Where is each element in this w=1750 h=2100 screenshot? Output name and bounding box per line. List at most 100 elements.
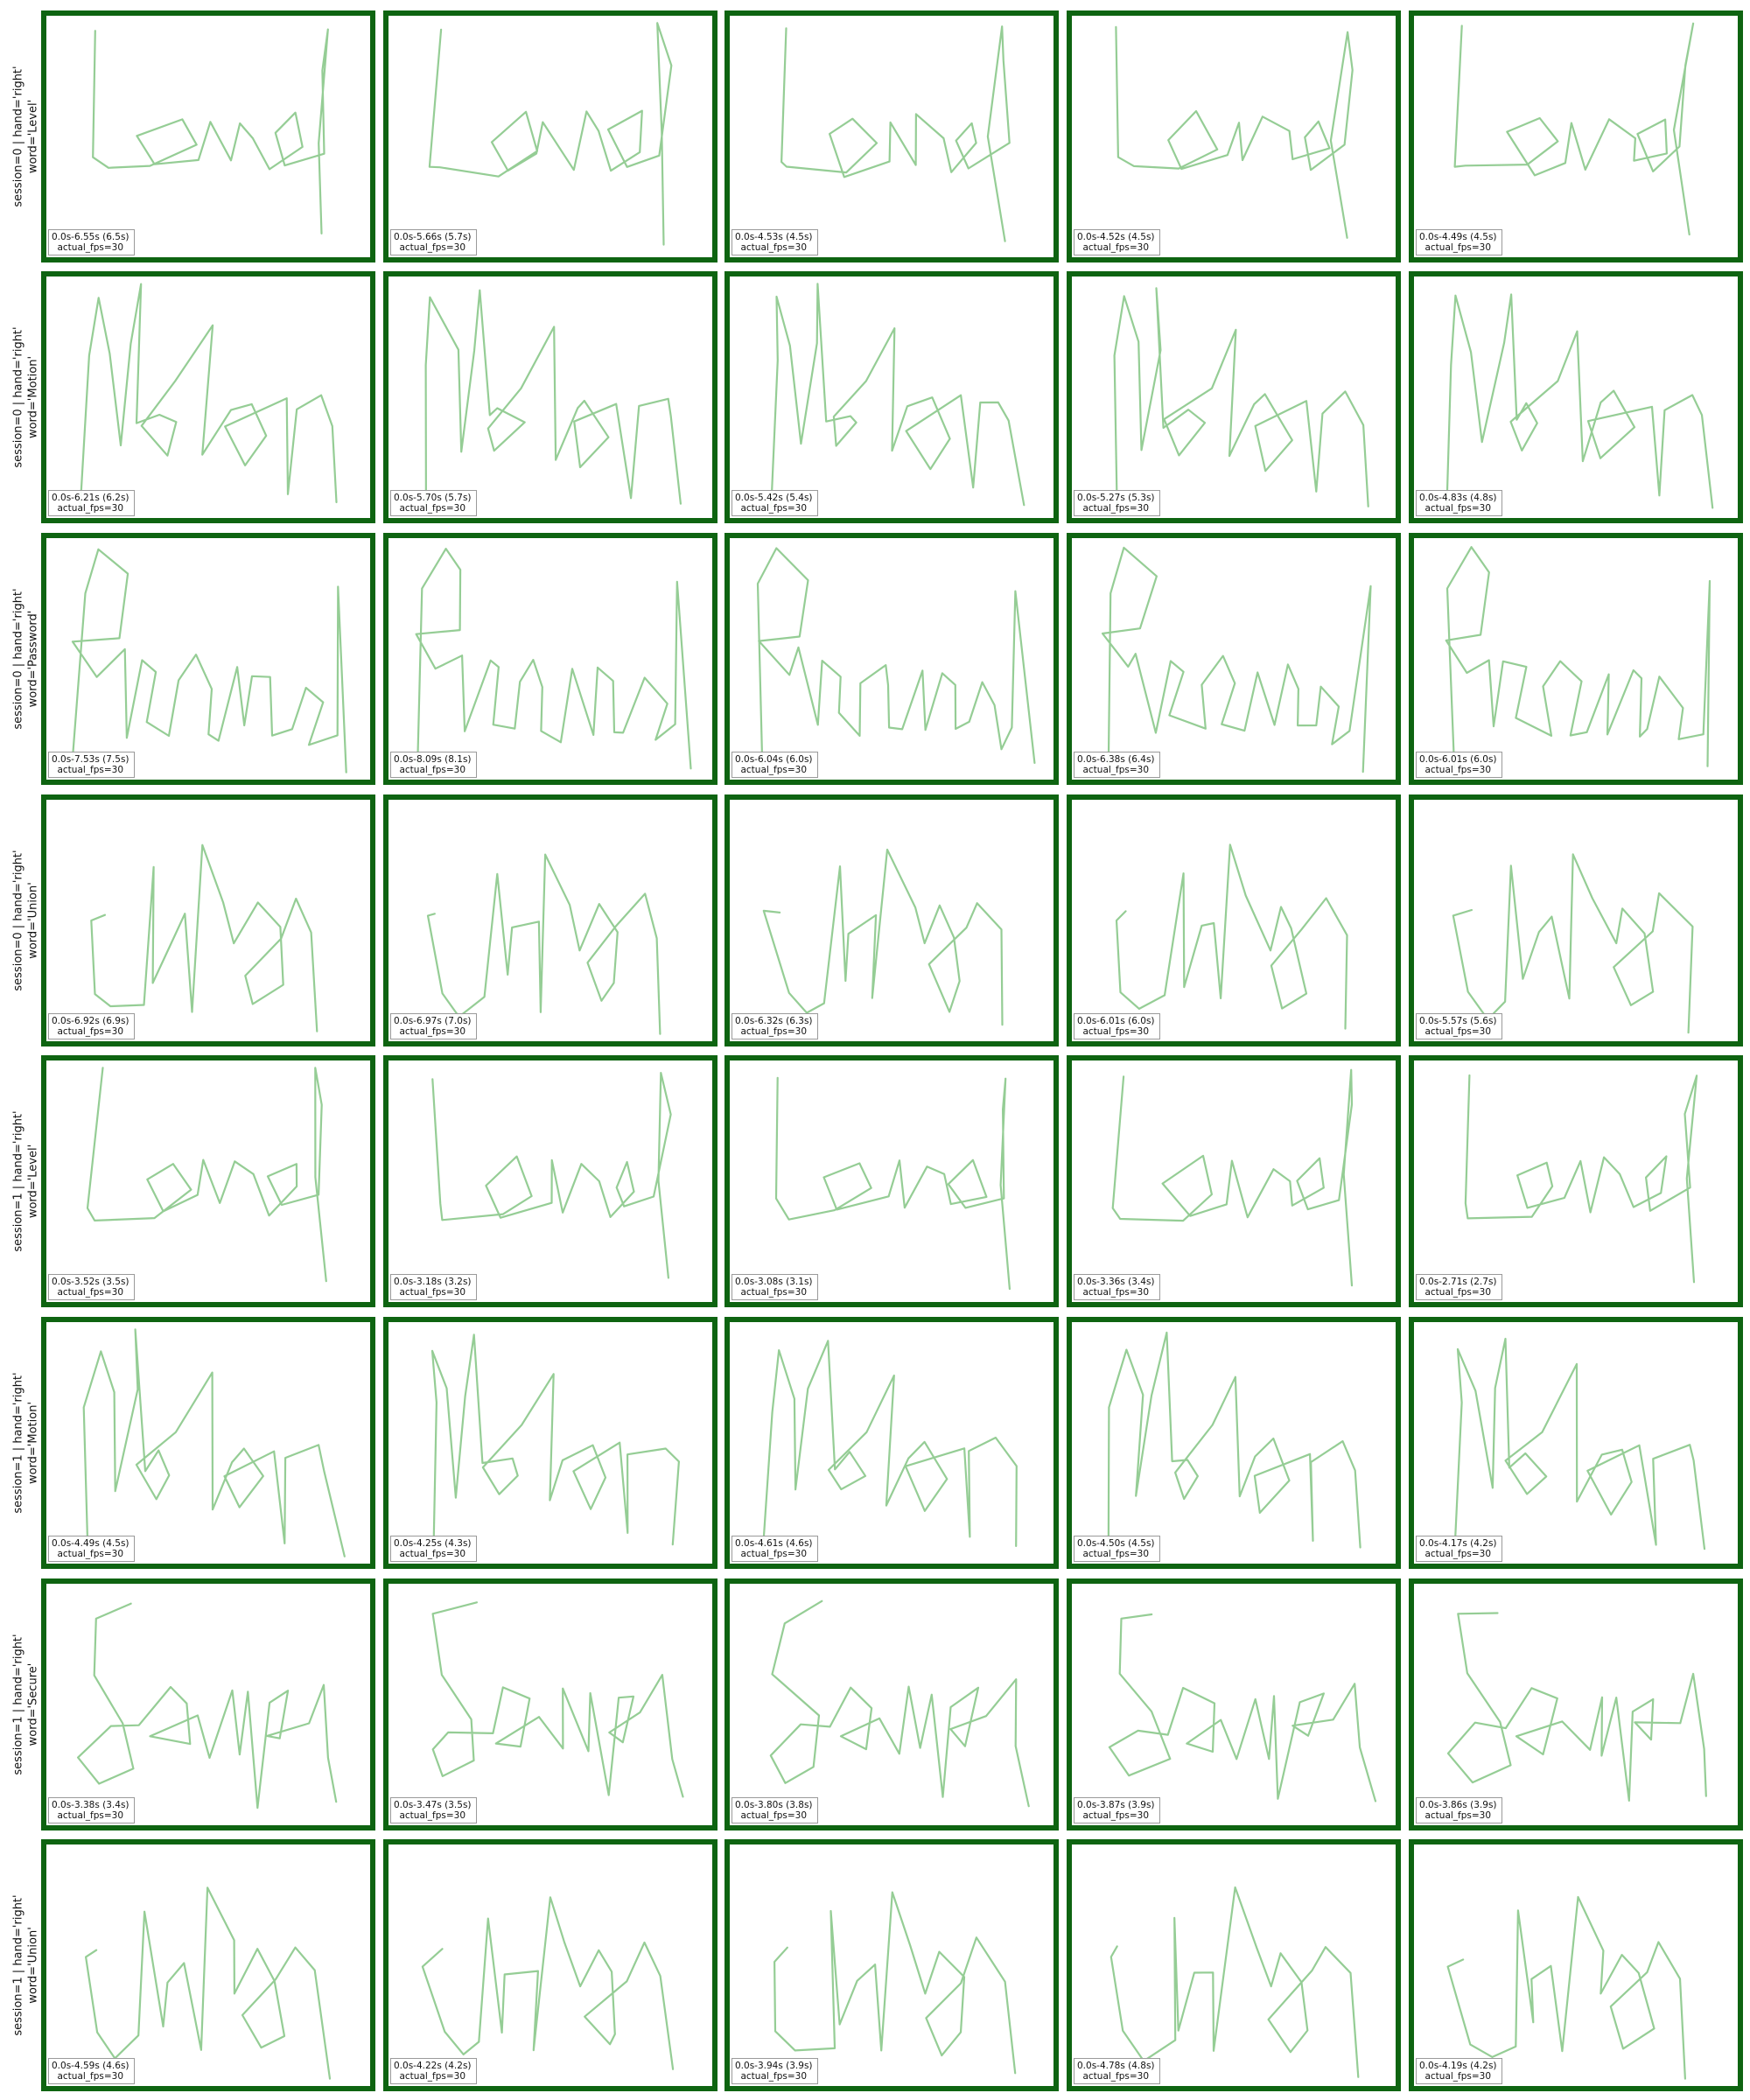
pen-stroke bbox=[1453, 1337, 1706, 1557]
trajectory-panel: 0.0s-6.55s (6.5s) actual_fps=30 bbox=[41, 10, 375, 262]
fps-label: actual_fps=30 bbox=[1082, 242, 1150, 253]
trajectory-panel: 0.0s-6.92s (6.9s) actual_fps=30 bbox=[41, 794, 375, 1046]
fps-label: actual_fps=30 bbox=[740, 2071, 808, 2082]
row-session-label: session=1 | hand='right' bbox=[12, 1372, 25, 1514]
time-info-box: 0.0s-4.22s (4.2s) actual_fps=30 bbox=[390, 2058, 477, 2084]
pen-stroke bbox=[84, 1886, 332, 2080]
fps-label: actual_fps=30 bbox=[1082, 1549, 1150, 1559]
fps-label: actual_fps=30 bbox=[1082, 1026, 1150, 1037]
trajectory-panel: 0.0s-3.94s (3.9s) actual_fps=30 bbox=[724, 1839, 1059, 2091]
time-range-label: 0.0s-4.61s (4.6s) bbox=[735, 1538, 813, 1549]
trajectory-panel: 0.0s-3.47s (3.5s) actual_fps=30 bbox=[383, 1578, 718, 1830]
pen-stroke bbox=[430, 1334, 680, 1546]
pen-stroke bbox=[86, 1067, 327, 1283]
time-range-label: 0.0s-2.71s (2.7s) bbox=[1419, 1277, 1497, 1287]
trajectory-panel: 0.0s-4.61s (4.6s) actual_fps=30 bbox=[724, 1317, 1059, 1569]
time-range-label: 0.0s-4.78s (4.8s) bbox=[1077, 2061, 1155, 2071]
row-session-label: session=0 | hand='right' bbox=[12, 588, 25, 730]
fps-label: actual_fps=30 bbox=[1082, 2071, 1150, 2082]
handwriting-trajectory bbox=[421, 1896, 675, 2070]
time-range-label: 0.0s-6.55s (6.5s) bbox=[52, 232, 130, 242]
time-range-label: 0.0s-8.09s (8.1s) bbox=[394, 754, 472, 765]
trajectory-panel: 0.0s-3.52s (3.5s) actual_fps=30 bbox=[41, 1055, 375, 1307]
handwriting-trajectory bbox=[86, 1067, 327, 1283]
fps-label: actual_fps=30 bbox=[57, 765, 124, 775]
handwriting-trajectory bbox=[769, 1600, 1030, 1808]
pen-stroke bbox=[90, 844, 318, 1032]
trajectory-panel: 0.0s-6.32s (6.3s) actual_fps=30 bbox=[724, 794, 1059, 1046]
time-info-box: 0.0s-3.08s (3.1s) actual_fps=30 bbox=[732, 1274, 818, 1300]
fps-label: actual_fps=30 bbox=[1424, 1026, 1492, 1037]
time-info-box: 0.0s-4.83s (4.8s) actual_fps=30 bbox=[1416, 490, 1502, 516]
fps-label: actual_fps=30 bbox=[399, 1287, 466, 1298]
time-info-box: 0.0s-4.49s (4.5s) actual_fps=30 bbox=[48, 1536, 135, 1562]
trajectory-panel: 0.0s-4.50s (4.5s) actual_fps=30 bbox=[1067, 1317, 1401, 1569]
fps-label: actual_fps=30 bbox=[1424, 503, 1492, 514]
time-range-label: 0.0s-4.49s (4.5s) bbox=[52, 1538, 130, 1549]
trajectory-panel: 0.0s-4.78s (4.8s) actual_fps=30 bbox=[1067, 1839, 1401, 2091]
time-range-label: 0.0s-4.83s (4.8s) bbox=[1419, 493, 1497, 503]
time-info-box: 0.0s-8.09s (8.1s) actual_fps=30 bbox=[390, 752, 477, 778]
trajectory-panel: 0.0s-4.52s (4.5s) actual_fps=30 bbox=[1067, 10, 1401, 262]
time-info-box: 0.0s-6.55s (6.5s) actual_fps=30 bbox=[48, 229, 135, 256]
trajectory-panel: 0.0s-6.38s (6.4s) actual_fps=30 bbox=[1067, 533, 1401, 785]
fps-label: actual_fps=30 bbox=[1424, 1810, 1492, 1821]
pen-stroke bbox=[92, 28, 329, 234]
time-info-box: 0.0s-4.49s (4.5s) actual_fps=30 bbox=[1416, 229, 1502, 256]
row-session-label: session=0 | hand='right' bbox=[12, 66, 25, 207]
pen-stroke bbox=[1453, 22, 1695, 236]
time-info-box: 0.0s-3.36s (3.4s) actual_fps=30 bbox=[1074, 1274, 1160, 1300]
time-range-label: 0.0s-4.22s (4.2s) bbox=[394, 2061, 472, 2071]
handwriting-trajectory bbox=[90, 844, 318, 1032]
time-info-box: 0.0s-5.27s (5.3s) actual_fps=30 bbox=[1074, 490, 1160, 516]
handwriting-trajectory bbox=[1452, 853, 1694, 1034]
handwriting-trajectory bbox=[415, 548, 692, 773]
handwriting-trajectory bbox=[1115, 25, 1354, 239]
fps-label: actual_fps=30 bbox=[1424, 1549, 1492, 1559]
fps-label: actual_fps=30 bbox=[1424, 242, 1492, 253]
handwriting-trajectory bbox=[1110, 1886, 1360, 2078]
handwriting-trajectory bbox=[82, 1328, 346, 1558]
pen-stroke bbox=[1446, 1612, 1707, 1802]
trajectory-panel: 0.0s-6.01s (6.0s) actual_fps=30 bbox=[1409, 533, 1743, 785]
trajectory-panel: 0.0s-3.08s (3.1s) actual_fps=30 bbox=[724, 1055, 1059, 1307]
time-info-box: 0.0s-6.21s (6.2s) actual_fps=30 bbox=[48, 490, 135, 516]
time-info-box: 0.0s-5.57s (5.6s) actual_fps=30 bbox=[1416, 1013, 1502, 1040]
pen-stroke bbox=[421, 1896, 675, 2070]
handwriting-trajectory bbox=[1453, 1337, 1706, 1557]
fps-label: actual_fps=30 bbox=[740, 503, 808, 514]
time-range-label: 0.0s-4.50s (4.5s) bbox=[1077, 1538, 1155, 1549]
time-info-box: 0.0s-3.47s (3.5s) actual_fps=30 bbox=[390, 1797, 477, 1824]
time-info-box: 0.0s-7.53s (7.5s) actual_fps=30 bbox=[48, 752, 135, 778]
pen-stroke bbox=[769, 1600, 1030, 1808]
time-range-label: 0.0s-3.18s (3.2s) bbox=[394, 1277, 472, 1287]
trajectory-panel: 0.0s-4.17s (4.2s) actual_fps=30 bbox=[1409, 1317, 1743, 1569]
pen-stroke bbox=[1108, 1613, 1377, 1802]
time-info-box: 0.0s-3.52s (3.5s) actual_fps=30 bbox=[48, 1274, 135, 1300]
time-info-box: 0.0s-3.94s (3.9s) actual_fps=30 bbox=[732, 2058, 818, 2084]
handwriting-trajectory bbox=[773, 1891, 1017, 2075]
trajectory-panel: 0.0s-3.86s (3.9s) actual_fps=30 bbox=[1409, 1578, 1743, 1830]
trajectory-panel: 0.0s-8.09s (8.1s) actual_fps=30 bbox=[383, 533, 718, 785]
pen-stroke bbox=[79, 283, 338, 512]
row-session-label: session=0 | hand='right' bbox=[12, 326, 25, 468]
pen-stroke bbox=[1452, 853, 1694, 1034]
pen-stroke bbox=[1113, 287, 1369, 508]
row-word-label: word='Password' bbox=[27, 610, 40, 708]
time-info-box: 0.0s-4.19s (4.2s) actual_fps=30 bbox=[1416, 2058, 1502, 2084]
fps-label: actual_fps=30 bbox=[1424, 1287, 1492, 1298]
time-range-label: 0.0s-6.92s (6.9s) bbox=[52, 1016, 130, 1026]
time-range-label: 0.0s-3.52s (3.5s) bbox=[52, 1277, 130, 1287]
trajectory-panel: 0.0s-4.59s (4.6s) actual_fps=30 bbox=[41, 1839, 375, 2091]
pen-stroke bbox=[1446, 1895, 1686, 2080]
handwriting-trajectory bbox=[431, 1072, 672, 1279]
handwriting-trajectory bbox=[428, 22, 673, 246]
handwriting-trajectory bbox=[1464, 1074, 1698, 1284]
handwriting-trajectory bbox=[761, 1340, 1018, 1558]
trajectory-panel: 0.0s-6.97s (7.0s) actual_fps=30 bbox=[383, 794, 718, 1046]
fps-label: actual_fps=30 bbox=[57, 1026, 124, 1037]
time-info-box: 0.0s-4.53s (4.5s) actual_fps=30 bbox=[732, 229, 818, 256]
pen-stroke bbox=[431, 1601, 684, 1798]
handwriting-trajectory bbox=[780, 25, 1011, 242]
trajectory-panel: 0.0s-4.25s (4.3s) actual_fps=30 bbox=[383, 1317, 718, 1569]
